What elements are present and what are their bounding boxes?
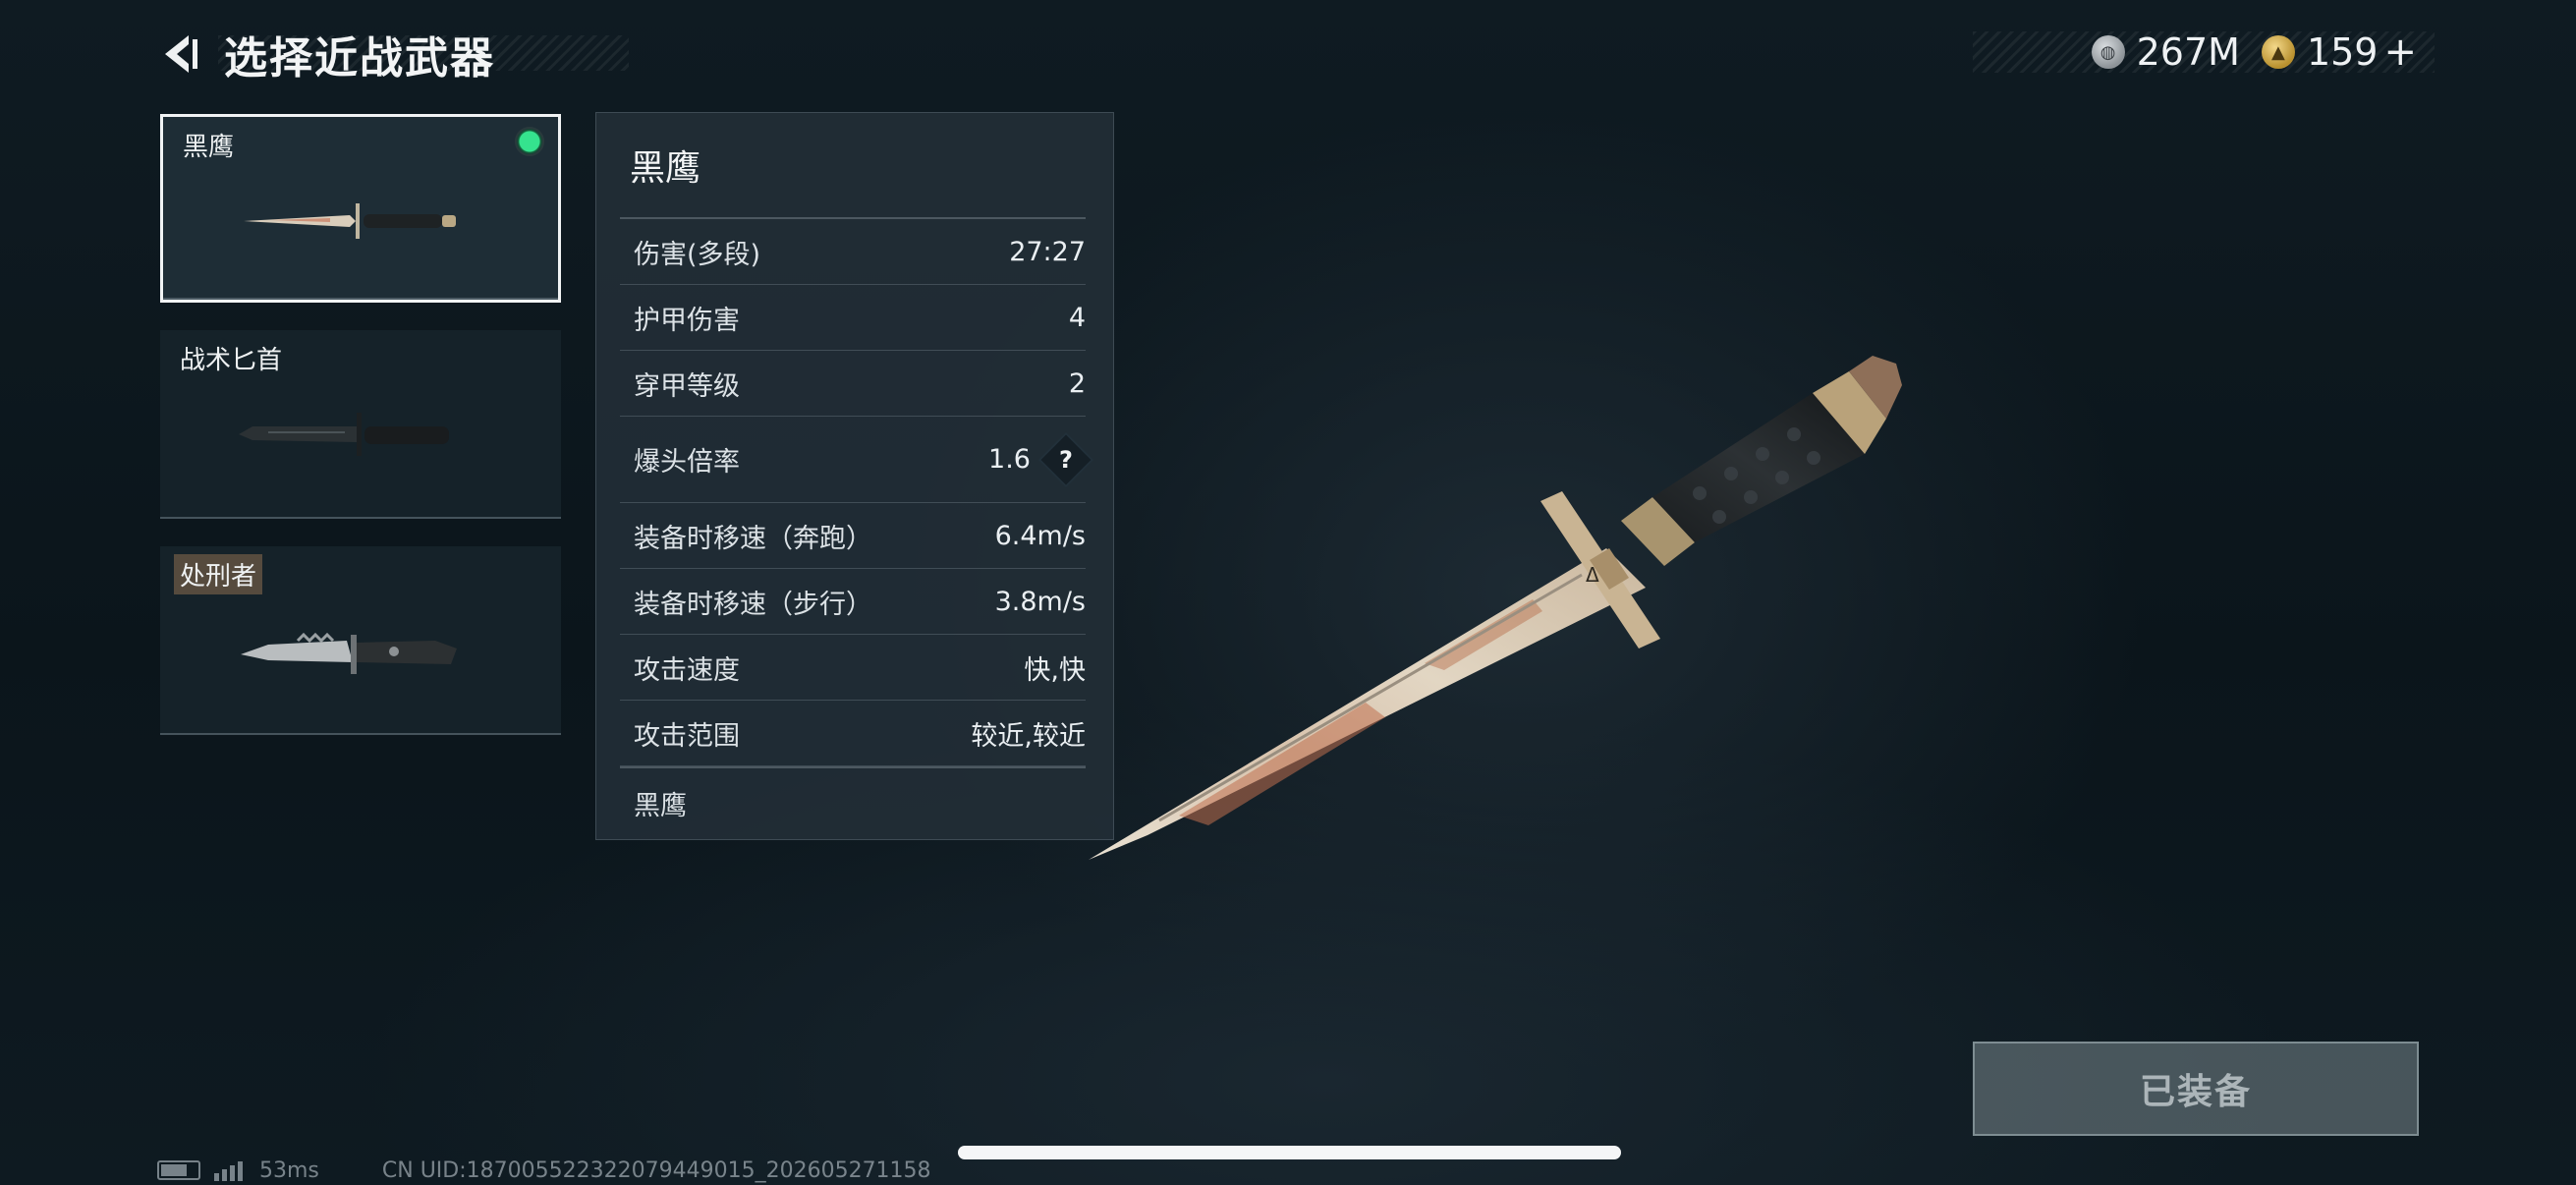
description-text: 黑鹰 (634, 790, 687, 821)
home-indicator[interactable] (958, 1146, 1621, 1159)
stat-row-walk-speed: 装备时移速（步行） 3.8m/s (620, 569, 1086, 635)
weapon-preview-knife-image[interactable]: Δ (1071, 324, 1975, 875)
page-title: 选择近战武器 (224, 33, 495, 84)
weapon-stats-panel: 黑鹰 伤害(多段) 27:27 护甲伤害 4 穿甲等级 2 爆头倍率 1.6 ?… (595, 112, 1114, 840)
gold-amount: 159 (2306, 30, 2379, 74)
stat-value: 27:27 (1009, 236, 1086, 267)
back-arrow-icon (165, 35, 197, 73)
currency-gold[interactable]: ▲ 159 + (2261, 29, 2417, 75)
executioner-knife-icon (241, 632, 457, 674)
weapon-card-heiying[interactable]: 黑鹰 (160, 114, 561, 303)
stat-row-headshot: 爆头倍率 1.6 ? (620, 417, 1094, 503)
silver-coin-icon: ◍ (2091, 35, 2125, 69)
tactical-dagger-icon (239, 413, 449, 456)
ping-value: 53ms (259, 1157, 319, 1183)
currency-silver[interactable]: ◍ 267M (2091, 30, 2240, 74)
stat-row-run-speed: 装备时移速（奔跑） 6.4m/s (620, 503, 1086, 569)
stat-row-damage: 伤害(多段) 27:27 (620, 219, 1086, 285)
weapon-name: 战术匕首 (180, 346, 283, 375)
back-button[interactable] (157, 30, 204, 78)
battery-icon (157, 1160, 200, 1180)
svg-text:Δ: Δ (1586, 563, 1599, 587)
stat-value: 1.6 (988, 444, 1031, 475)
stat-label: 攻击速度 (634, 654, 740, 686)
signal-icon (214, 1159, 246, 1181)
uid-text: CN UID:1870055223220794490​15_2026052711… (381, 1157, 931, 1183)
stat-label: 攻击范围 (634, 720, 740, 752)
currency-bar: ◍ 267M ▲ 159 + (1973, 29, 2435, 75)
stat-row-armor-damage: 护甲伤害 4 (620, 285, 1086, 351)
stat-label: 爆头倍率 (634, 447, 740, 478)
stat-row-attack-speed: 攻击速度 快,快 (620, 635, 1086, 701)
weapon-name: 黑鹰 (183, 133, 235, 162)
stat-row-attack-range: 攻击范围 较近,较近 (620, 701, 1086, 766)
stat-label: 装备时移速（步行） (634, 589, 872, 620)
stats-title: 黑鹰 (620, 113, 1086, 219)
equipped-indicator-icon (515, 127, 544, 156)
status-bar: 53ms CN UID:1870055223220794490​15_20260… (157, 1156, 931, 1185)
stat-label: 伤害(多段) (634, 239, 761, 270)
stat-label: 穿甲等级 (634, 370, 740, 402)
gold-coin-icon: ▲ (2261, 35, 2295, 69)
equip-button-label: 已装备 (2139, 1072, 2252, 1112)
stat-label: 装备时移速（奔跑） (634, 523, 872, 554)
add-currency-button[interactable]: + (2383, 29, 2417, 75)
combat-knife-icon (244, 203, 456, 239)
stat-label: 护甲伤害 (634, 305, 740, 336)
equip-button[interactable]: 已装备 (1973, 1042, 2419, 1136)
stat-row-penetration: 穿甲等级 2 (620, 351, 1086, 417)
stat-value: 较近,较近 (971, 720, 1086, 752)
weapon-card-tactical-dagger[interactable]: 战术匕首 (160, 330, 561, 519)
weapon-description: 黑鹰 (620, 766, 1086, 837)
silver-amount: 267M (2136, 30, 2240, 74)
weapon-name: 处刑者 (174, 554, 263, 594)
weapon-card-executioner[interactable]: 处刑者 (160, 546, 561, 735)
page-header: 选择近战武器 (157, 29, 495, 84)
